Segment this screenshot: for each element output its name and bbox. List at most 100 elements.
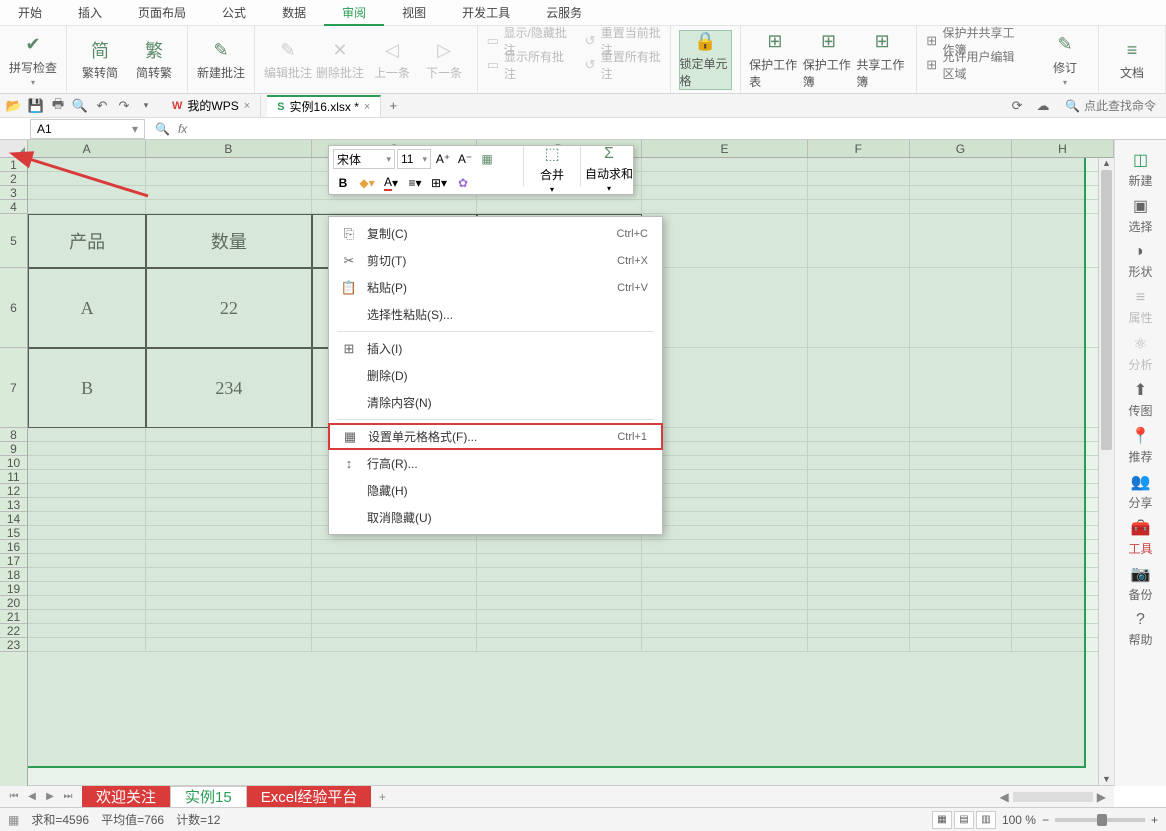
- cell[interactable]: [28, 470, 146, 484]
- row-header-17[interactable]: 17: [0, 554, 27, 568]
- ctx-item[interactable]: 选择性粘贴(S)...: [329, 301, 662, 328]
- cell[interactable]: [146, 470, 311, 484]
- reset-all-button[interactable]: ↺重置所有批注: [579, 54, 665, 76]
- zoom-icon[interactable]: 🔍: [155, 122, 170, 136]
- row-header-22[interactable]: 22: [0, 624, 27, 638]
- cell[interactable]: [910, 624, 1012, 638]
- cell[interactable]: [808, 498, 910, 512]
- row-header-1[interactable]: 1: [0, 158, 27, 172]
- cell[interactable]: [910, 348, 1012, 428]
- cell[interactable]: [642, 428, 807, 442]
- cell[interactable]: [808, 470, 910, 484]
- row-header-15[interactable]: 15: [0, 526, 27, 540]
- side-prop-button[interactable]: ≡属性: [1119, 286, 1163, 328]
- cell[interactable]: 数量: [146, 214, 311, 268]
- cell[interactable]: [477, 638, 642, 652]
- cell[interactable]: [146, 158, 311, 172]
- cell[interactable]: [808, 610, 910, 624]
- cell[interactable]: [312, 200, 477, 214]
- autosum-button[interactable]: Σ自动求和▾: [585, 146, 633, 192]
- cell[interactable]: [28, 512, 146, 526]
- cell[interactable]: [910, 568, 1012, 582]
- cell[interactable]: [312, 540, 477, 554]
- side-recommend-button[interactable]: 📍推荐: [1119, 424, 1163, 466]
- view-page-button[interactable]: ▤: [954, 811, 974, 829]
- row-header-13[interactable]: 13: [0, 498, 27, 512]
- row-header-3[interactable]: 3: [0, 186, 27, 200]
- cell[interactable]: [146, 554, 311, 568]
- merge-button[interactable]: ⬚合并▾: [528, 146, 576, 192]
- cell[interactable]: [28, 540, 146, 554]
- cell[interactable]: [808, 484, 910, 498]
- menu-tab-2[interactable]: 页面布局: [120, 0, 204, 26]
- cell[interactable]: [910, 484, 1012, 498]
- ctx-item[interactable]: ⊞插入(I): [329, 335, 662, 362]
- side-select-button[interactable]: ▣选择: [1119, 194, 1163, 236]
- cell[interactable]: A: [28, 268, 146, 348]
- cell[interactable]: [28, 582, 146, 596]
- cell[interactable]: [312, 582, 477, 596]
- cell[interactable]: [312, 624, 477, 638]
- row-header-11[interactable]: 11: [0, 470, 27, 484]
- menu-tab-8[interactable]: 云服务: [528, 0, 600, 26]
- cell[interactable]: [146, 456, 311, 470]
- name-box-input[interactable]: [37, 122, 97, 136]
- col-header-E[interactable]: E: [642, 140, 807, 157]
- ctx-item[interactable]: ✂剪切(T)Ctrl+X: [329, 247, 662, 274]
- row-header-7[interactable]: 7: [0, 348, 27, 428]
- cell[interactable]: [477, 568, 642, 582]
- ctx-item[interactable]: ⎘复制(C)Ctrl+C: [329, 220, 662, 247]
- ctx-item[interactable]: 隐藏(H): [329, 477, 662, 504]
- cell[interactable]: [146, 624, 311, 638]
- cell[interactable]: [642, 348, 807, 428]
- ctx-item[interactable]: ↕行高(R)...: [329, 450, 662, 477]
- zoom-in-button[interactable]: +: [1151, 813, 1158, 827]
- cell[interactable]: [312, 638, 477, 652]
- undo-icon[interactable]: ↶: [92, 96, 112, 116]
- banner-welcome[interactable]: 欢迎关注: [82, 786, 170, 808]
- cell[interactable]: [642, 624, 807, 638]
- share-book-button[interactable]: ⊞共享工作簿: [856, 30, 908, 90]
- allow-edit-button[interactable]: ⊞允许用户编辑区域: [921, 54, 1028, 76]
- view-break-button[interactable]: ▥: [976, 811, 996, 829]
- scroll-up-icon[interactable]: ▲: [1099, 158, 1114, 170]
- cell[interactable]: [910, 186, 1012, 200]
- scroll-right-icon[interactable]: ▶: [1097, 790, 1106, 804]
- cell[interactable]: [808, 554, 910, 568]
- side-backup-button[interactable]: 📷备份: [1119, 562, 1163, 604]
- cell[interactable]: [910, 526, 1012, 540]
- cell[interactable]: [477, 554, 642, 568]
- add-sheet-button[interactable]: +: [371, 790, 393, 804]
- cell[interactable]: [477, 624, 642, 638]
- prev-comment-button[interactable]: ◁上一条: [367, 30, 417, 90]
- cell[interactable]: [910, 596, 1012, 610]
- cell[interactable]: [28, 624, 146, 638]
- banner-example[interactable]: 实例15: [170, 786, 247, 808]
- menu-tab-1[interactable]: 插入: [60, 0, 120, 26]
- cell[interactable]: [28, 456, 146, 470]
- ctx-item[interactable]: 清除内容(N): [329, 389, 662, 416]
- menu-tab-4[interactable]: 数据: [264, 0, 324, 26]
- row-header-8[interactable]: 8: [0, 428, 27, 442]
- cell[interactable]: [808, 172, 910, 186]
- cell[interactable]: [910, 582, 1012, 596]
- cell[interactable]: [642, 554, 807, 568]
- row-header-20[interactable]: 20: [0, 596, 27, 610]
- cell[interactable]: [146, 596, 311, 610]
- zoom-level[interactable]: 100 %: [1002, 813, 1036, 827]
- cell[interactable]: [910, 172, 1012, 186]
- menu-tab-0[interactable]: 开始: [0, 0, 60, 26]
- side-analyze-button[interactable]: ⚛分析: [1119, 332, 1163, 374]
- cell[interactable]: [910, 554, 1012, 568]
- scroll-left-icon[interactable]: ◀: [1000, 790, 1009, 804]
- cell[interactable]: [808, 348, 910, 428]
- zoom-out-button[interactable]: −: [1042, 813, 1049, 827]
- cell[interactable]: [910, 456, 1012, 470]
- chevron-down-icon[interactable]: ▾: [132, 122, 138, 136]
- cell[interactable]: [910, 442, 1012, 456]
- col-header-G[interactable]: G: [910, 140, 1012, 157]
- cell[interactable]: [910, 540, 1012, 554]
- cell[interactable]: [808, 568, 910, 582]
- cell[interactable]: [28, 200, 146, 214]
- search-command[interactable]: 🔍点此查找命令: [1059, 97, 1162, 114]
